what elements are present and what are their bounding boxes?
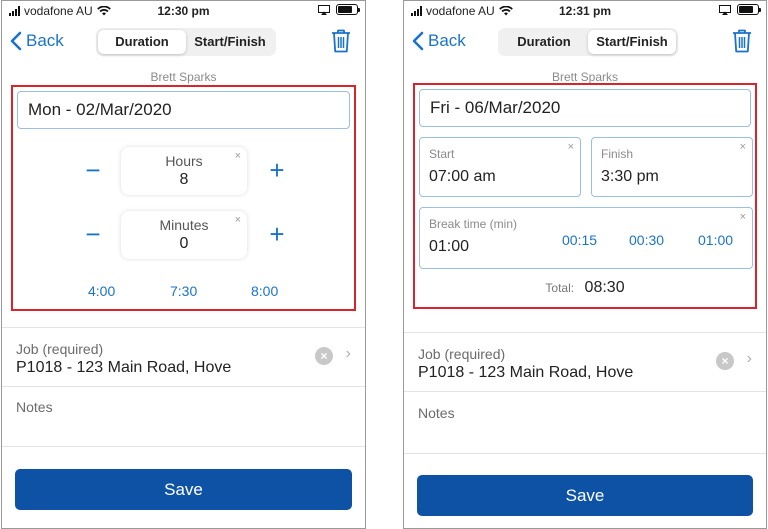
finish-value: 3:30 pm	[601, 168, 659, 185]
phone-screen-duration: vodafone AU 12:30 pm Back Duration Start…	[1, 0, 366, 529]
total-value: 08:30	[584, 279, 625, 296]
notes-label: Notes	[16, 399, 53, 415]
tab-duration[interactable]: Duration	[500, 30, 588, 54]
status-time: 12:31 pm	[558, 4, 612, 18]
date-field[interactable]: Mon - 02/Mar/2020	[17, 91, 350, 129]
divider	[404, 391, 766, 392]
minutes-label: Minutes	[159, 217, 209, 233]
job-label: Job (required)	[16, 341, 104, 357]
date-field[interactable]: Fri - 06/Mar/2020	[419, 89, 751, 127]
battery-icon	[336, 4, 360, 15]
back-chevron-icon	[412, 31, 424, 51]
finish-clear-icon[interactable]: ×	[740, 141, 746, 153]
total-row: Total: 08:30	[415, 279, 755, 297]
break-time-field[interactable]: Break time (min) 01:00 00:15 00:30 01:00…	[419, 207, 753, 269]
highlighted-time-entry-panel: Fri - 06/Mar/2020 Start 07:00 am × Finis…	[413, 83, 757, 309]
break-option-00-30[interactable]: 00:30	[629, 232, 664, 248]
clear-icon[interactable]: ×	[315, 347, 333, 365]
divider	[2, 327, 365, 328]
status-bar: vodafone AU 12:31 pm	[404, 1, 766, 21]
divider	[404, 453, 766, 454]
total-label: Total:	[545, 281, 575, 295]
hours-field[interactable]: Hours 8 ×	[121, 147, 247, 195]
job-value: P1018 - 123 Main Road, Hove	[16, 359, 232, 376]
preset-8-00[interactable]: 8:00	[251, 283, 278, 299]
hours-value: 8	[179, 171, 189, 188]
break-clear-icon[interactable]: ×	[740, 211, 746, 223]
hours-clear-icon[interactable]: ×	[235, 150, 241, 162]
trash-icon[interactable]	[732, 29, 752, 53]
chevron-right-icon: ›	[746, 350, 752, 367]
minutes-field[interactable]: Minutes 0 ×	[121, 211, 247, 259]
break-option-00-15[interactable]: 00:15	[562, 232, 597, 248]
notes-field[interactable]: Notes	[404, 393, 766, 451]
job-selector[interactable]: Job (required) P1018 - 123 Main Road, Ho…	[2, 329, 365, 385]
battery-icon	[737, 4, 761, 15]
nav-bar: Back Duration Start/Finish	[404, 23, 766, 61]
back-button[interactable]: Back	[412, 31, 466, 51]
trash-icon[interactable]	[331, 29, 351, 53]
mode-segmented-control: Duration Start/Finish	[498, 28, 678, 56]
back-chevron-icon	[10, 31, 22, 51]
tab-start-finish[interactable]: Start/Finish	[186, 30, 274, 54]
employee-name: Brett Sparks	[150, 70, 217, 84]
save-button[interactable]: Save	[15, 469, 352, 510]
phone-screen-start-finish: vodafone AU 12:31 pm Back Duration Start…	[403, 0, 767, 529]
minutes-value: 0	[179, 235, 189, 252]
divider	[2, 446, 365, 447]
back-label: Back	[26, 31, 64, 50]
minutes-clear-icon[interactable]: ×	[235, 214, 241, 226]
preset-4-00[interactable]: 4:00	[88, 283, 115, 299]
job-selector[interactable]: Job (required) P1018 - 123 Main Road, Ho…	[404, 334, 766, 390]
finish-label: Finish	[601, 147, 634, 161]
duration-presets: 4:00 7:30 8:00	[13, 283, 354, 303]
start-value: 07:00 am	[429, 168, 496, 185]
finish-time-field[interactable]: Finish 3:30 pm ×	[591, 137, 753, 197]
hours-label: Hours	[165, 153, 203, 169]
hours-stepper: − Hours 8 × +	[13, 147, 354, 197]
mode-segmented-control: Duration Start/Finish	[96, 28, 276, 56]
break-label: Break time (min)	[429, 217, 518, 231]
preset-7-30[interactable]: 7:30	[170, 283, 197, 299]
status-time: 12:30 pm	[157, 4, 210, 18]
screen-mirror-icon	[318, 4, 330, 15]
save-button[interactable]: Save	[417, 475, 753, 516]
break-value: 01:00	[429, 238, 470, 255]
hours-increment-button[interactable]: +	[263, 157, 291, 185]
back-button[interactable]: Back	[10, 31, 64, 51]
screen-mirror-icon	[719, 4, 731, 15]
tab-duration[interactable]: Duration	[98, 30, 186, 54]
status-bar: vodafone AU 12:30 pm	[2, 1, 365, 21]
nav-bar: Back Duration Start/Finish	[2, 23, 365, 61]
hours-decrement-button[interactable]: −	[79, 157, 107, 185]
back-label: Back	[428, 31, 466, 50]
job-label: Job (required)	[418, 346, 506, 362]
employee-name: Brett Sparks	[551, 70, 619, 84]
divider	[404, 332, 766, 333]
break-option-01-00[interactable]: 01:00	[698, 232, 733, 248]
chevron-right-icon: ›	[345, 345, 351, 362]
minutes-decrement-button[interactable]: −	[79, 221, 107, 249]
tab-start-finish[interactable]: Start/Finish	[588, 30, 676, 54]
highlighted-time-entry-panel: Mon - 02/Mar/2020 − Hours 8 × + − Minute…	[11, 85, 356, 311]
notes-field[interactable]: Notes	[2, 387, 365, 445]
start-label: Start	[429, 147, 455, 161]
notes-label: Notes	[418, 405, 455, 421]
start-time-field[interactable]: Start 07:00 am ×	[419, 137, 581, 197]
start-clear-icon[interactable]: ×	[568, 141, 574, 153]
clear-icon[interactable]: ×	[716, 352, 734, 370]
job-value: P1018 - 123 Main Road, Hove	[418, 364, 634, 381]
minutes-stepper: − Minutes 0 × +	[13, 211, 354, 261]
minutes-increment-button[interactable]: +	[263, 221, 291, 249]
